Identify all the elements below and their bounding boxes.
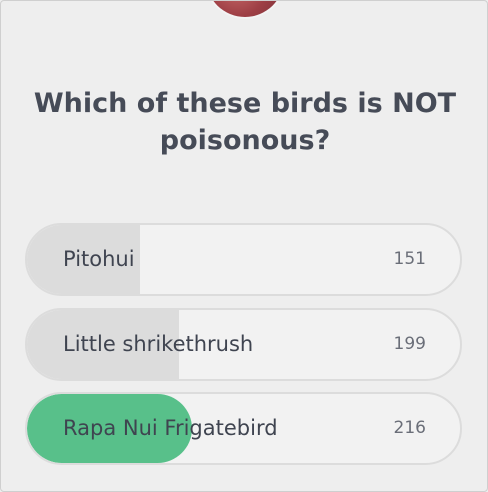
poll-option-pitohui[interactable]: Pitohui 151 xyxy=(25,223,462,296)
bird-avatar-image xyxy=(206,1,284,17)
question-line-2: poisonous? xyxy=(159,125,331,156)
option-vote-count: 216 xyxy=(393,418,426,438)
poll-card: Which of these birds is NOT poisonous? P… xyxy=(0,0,488,492)
poll-option-rapa-nui-frigatebird[interactable]: Rapa Nui Frigatebird 216 xyxy=(25,392,462,465)
poll-question: Which of these birds is NOT poisonous? xyxy=(1,85,487,159)
option-label: Little shrikethrush xyxy=(63,332,254,356)
option-vote-count: 151 xyxy=(393,249,426,269)
poll-option-little-shrikethrush[interactable]: Little shrikethrush 199 xyxy=(25,308,462,381)
option-label: Rapa Nui Frigatebird xyxy=(63,416,278,440)
option-label: Pitohui xyxy=(63,247,135,271)
question-line-1: Which of these birds is NOT xyxy=(33,88,457,119)
option-vote-count: 199 xyxy=(393,334,426,354)
